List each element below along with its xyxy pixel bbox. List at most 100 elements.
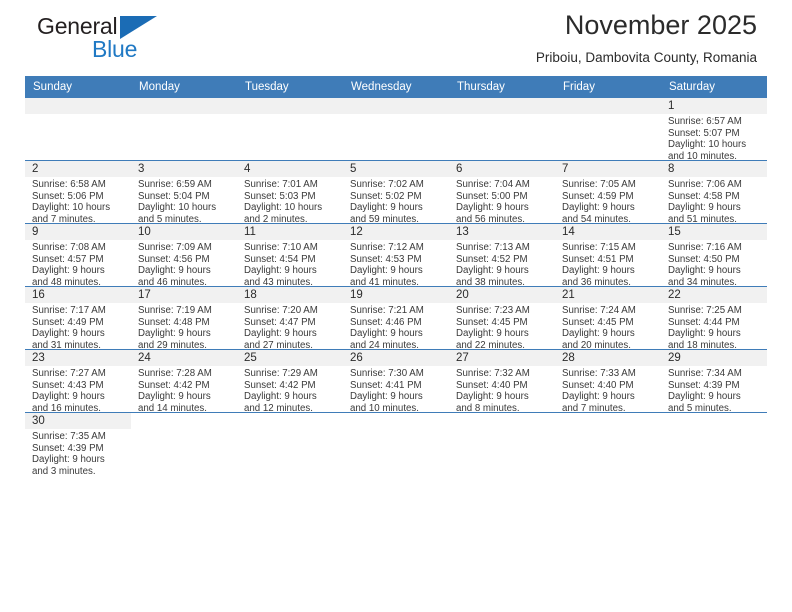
sunset-text: Sunset: 4:42 PM <box>244 379 316 391</box>
calendar-day[interactable]: 25 Sunrise: 7:29 AM Sunset: 4:42 PM Dayligh… <box>237 350 343 414</box>
day-number: 19 <box>343 287 449 303</box>
calendar-day[interactable]: 24 Sunrise: 7:28 AM Sunset: 4:42 PM Dayligh… <box>131 350 237 414</box>
sunrise-text: Sunrise: 7:35 AM <box>32 431 106 442</box>
daylight-text-line1: Daylight: 9 hours <box>668 391 741 403</box>
day-number: 14 <box>555 224 661 240</box>
daylight-text-line1: Daylight: 9 hours <box>562 328 635 340</box>
calendar-day[interactable]: 15 Sunrise: 7:16 AM Sunset: 4:50 PM Dayligh… <box>661 224 767 288</box>
sunset-text: Sunset: 5:04 PM <box>138 190 210 202</box>
calendar-cell: 1 Sunrise: 6:57 AM Sunset: 5:07 PM Daylight… <box>661 98 767 162</box>
day-number <box>343 98 449 114</box>
calendar-day[interactable]: 16 Sunrise: 7:17 AM Sunset: 4:49 PM Dayligh… <box>25 287 131 351</box>
calendar-cell: 4 Sunrise: 7:01 AM Sunset: 5:03 PM Daylight… <box>237 160 343 225</box>
page-header: General Blue November 2025 Priboiu, Damb… <box>25 0 767 76</box>
sunset-text: Sunset: 4:48 PM <box>138 316 210 328</box>
day-number: 7 <box>555 161 661 177</box>
day-details: Sunrise: 7:29 AM Sunset: 4:42 PM Daylight:… <box>237 366 343 414</box>
calendar-day[interactable]: 12 Sunrise: 7:12 AM Sunset: 4:53 PM Dayligh… <box>343 224 449 288</box>
calendar-day[interactable]: 20 Sunrise: 7:23 AM Sunset: 4:45 PM Dayligh… <box>449 287 555 351</box>
calendar-week-row: 30 Sunrise: 7:35 AM Sunset: 4:39 PM Dayligh… <box>25 412 767 477</box>
weekday-header-tuesday: Tuesday <box>237 76 343 98</box>
calendar-day[interactable]: 28 Sunrise: 7:33 AM Sunset: 4:40 PM Dayligh… <box>555 350 661 414</box>
calendar-cell <box>131 98 237 161</box>
day-number <box>343 413 449 429</box>
sunset-text: Sunset: 5:07 PM <box>668 127 740 139</box>
calendar-cell <box>555 412 661 475</box>
calendar-day-empty <box>555 413 661 475</box>
sunrise-text: Sunrise: 7:30 AM <box>350 368 424 379</box>
day-details: Sunrise: 7:02 AM Sunset: 5:02 PM Daylight:… <box>343 177 449 225</box>
sunrise-text: Sunrise: 7:34 AM <box>668 368 742 379</box>
calendar-cell: 11 Sunrise: 7:10 AM Sunset: 4:54 PM Dayligh… <box>237 223 343 288</box>
calendar-day[interactable]: 30 Sunrise: 7:35 AM Sunset: 4:39 PM Dayligh… <box>25 413 131 477</box>
calendar-table: Sunday Monday Tuesday Wednesday Thursday… <box>25 76 767 477</box>
calendar-day[interactable]: 7 Sunrise: 7:05 AM Sunset: 4:59 PM Daylight… <box>555 161 661 225</box>
calendar-day[interactable]: 2 Sunrise: 6:58 AM Sunset: 5:06 PM Daylight… <box>25 161 131 225</box>
calendar-day[interactable]: 6 Sunrise: 7:04 AM Sunset: 5:00 PM Daylight… <box>449 161 555 225</box>
day-number <box>25 98 131 114</box>
calendar-cell: 27 Sunrise: 7:32 AM Sunset: 4:40 PM Dayligh… <box>449 349 555 414</box>
calendar-day[interactable]: 27 Sunrise: 7:32 AM Sunset: 4:40 PM Dayligh… <box>449 350 555 414</box>
day-number <box>131 98 237 114</box>
day-details: Sunrise: 7:28 AM Sunset: 4:42 PM Daylight:… <box>131 366 237 414</box>
calendar-cell <box>661 412 767 475</box>
calendar-cell: 21 Sunrise: 7:24 AM Sunset: 4:45 PM Dayligh… <box>555 286 661 351</box>
daylight-text-line1: Daylight: 9 hours <box>456 265 529 277</box>
day-details: Sunrise: 7:17 AM Sunset: 4:49 PM Daylight:… <box>25 303 131 351</box>
calendar-day[interactable]: 4 Sunrise: 7:01 AM Sunset: 5:03 PM Daylight… <box>237 161 343 225</box>
calendar-cell: 6 Sunrise: 7:04 AM Sunset: 5:00 PM Daylight… <box>449 160 555 225</box>
calendar-day[interactable]: 9 Sunrise: 7:08 AM Sunset: 4:57 PM Daylight… <box>25 224 131 288</box>
calendar-day[interactable]: 3 Sunrise: 6:59 AM Sunset: 5:04 PM Daylight… <box>131 161 237 225</box>
weekday-header-friday: Friday <box>555 76 661 98</box>
calendar-cell: 10 Sunrise: 7:09 AM Sunset: 4:56 PM Dayligh… <box>131 223 237 288</box>
calendar-day[interactable]: 1 Sunrise: 6:57 AM Sunset: 5:07 PM Daylight… <box>661 98 767 162</box>
calendar-day[interactable]: 29 Sunrise: 7:34 AM Sunset: 4:39 PM Dayligh… <box>661 350 767 414</box>
calendar-cell <box>343 412 449 475</box>
general-blue-logo[interactable]: General Blue <box>37 14 257 70</box>
calendar-day[interactable]: 17 Sunrise: 7:19 AM Sunset: 4:48 PM Dayligh… <box>131 287 237 351</box>
day-number: 6 <box>449 161 555 177</box>
calendar-cell: 15 Sunrise: 7:16 AM Sunset: 4:50 PM Dayligh… <box>661 223 767 288</box>
sunrise-text: Sunrise: 7:12 AM <box>350 242 424 253</box>
calendar-cell: 9 Sunrise: 7:08 AM Sunset: 4:57 PM Daylight… <box>25 223 131 288</box>
sunset-text: Sunset: 4:51 PM <box>562 253 634 265</box>
sunrise-text: Sunrise: 7:20 AM <box>244 305 318 316</box>
daylight-text-line1: Daylight: 9 hours <box>138 328 211 340</box>
day-details: Sunrise: 7:01 AM Sunset: 5:03 PM Daylight:… <box>237 177 343 225</box>
day-details: Sunrise: 7:13 AM Sunset: 4:52 PM Daylight:… <box>449 240 555 288</box>
sunset-text: Sunset: 4:45 PM <box>562 316 634 328</box>
sunrise-text: Sunrise: 7:17 AM <box>32 305 106 316</box>
sunset-text: Sunset: 4:56 PM <box>138 253 210 265</box>
calendar-day[interactable]: 10 Sunrise: 7:09 AM Sunset: 4:56 PM Dayligh… <box>131 224 237 288</box>
calendar-day[interactable]: 22 Sunrise: 7:25 AM Sunset: 4:44 PM Dayligh… <box>661 287 767 351</box>
calendar-day[interactable]: 18 Sunrise: 7:20 AM Sunset: 4:47 PM Dayligh… <box>237 287 343 351</box>
day-number: 20 <box>449 287 555 303</box>
calendar-page: General Blue November 2025 Priboiu, Damb… <box>0 0 792 612</box>
sunset-text: Sunset: 4:40 PM <box>456 379 528 391</box>
day-number <box>449 98 555 114</box>
calendar-cell: 30 Sunrise: 7:35 AM Sunset: 4:39 PM Dayligh… <box>25 412 131 477</box>
calendar-day[interactable]: 8 Sunrise: 7:06 AM Sunset: 4:58 PM Daylight… <box>661 161 767 225</box>
calendar-day[interactable]: 13 Sunrise: 7:13 AM Sunset: 4:52 PM Dayligh… <box>449 224 555 288</box>
day-number: 2 <box>25 161 131 177</box>
calendar-day[interactable]: 21 Sunrise: 7:24 AM Sunset: 4:45 PM Dayligh… <box>555 287 661 351</box>
sunset-text: Sunset: 4:53 PM <box>350 253 422 265</box>
calendar-cell: 28 Sunrise: 7:33 AM Sunset: 4:40 PM Dayligh… <box>555 349 661 414</box>
calendar-day-empty <box>237 98 343 160</box>
sunrise-text: Sunrise: 7:02 AM <box>350 179 424 190</box>
calendar-day[interactable]: 11 Sunrise: 7:10 AM Sunset: 4:54 PM Dayligh… <box>237 224 343 288</box>
daylight-text-line1: Daylight: 9 hours <box>244 265 317 277</box>
calendar-day-empty <box>449 98 555 160</box>
calendar-day[interactable]: 14 Sunrise: 7:15 AM Sunset: 4:51 PM Dayligh… <box>555 224 661 288</box>
sunrise-text: Sunrise: 7:21 AM <box>350 305 424 316</box>
weekday-header-saturday: Saturday <box>661 76 767 98</box>
daylight-text-line1: Daylight: 10 hours <box>668 139 747 151</box>
calendar-day[interactable]: 23 Sunrise: 7:27 AM Sunset: 4:43 PM Dayligh… <box>25 350 131 414</box>
daylight-text-line1: Daylight: 9 hours <box>138 391 211 403</box>
calendar-day[interactable]: 19 Sunrise: 7:21 AM Sunset: 4:46 PM Dayligh… <box>343 287 449 351</box>
calendar-day[interactable]: 26 Sunrise: 7:30 AM Sunset: 4:41 PM Dayligh… <box>343 350 449 414</box>
day-details: Sunrise: 7:10 AM Sunset: 4:54 PM Daylight:… <box>237 240 343 288</box>
daylight-text-line1: Daylight: 9 hours <box>668 265 741 277</box>
sunset-text: Sunset: 4:59 PM <box>562 190 634 202</box>
calendar-day[interactable]: 5 Sunrise: 7:02 AM Sunset: 5:02 PM Daylight… <box>343 161 449 225</box>
